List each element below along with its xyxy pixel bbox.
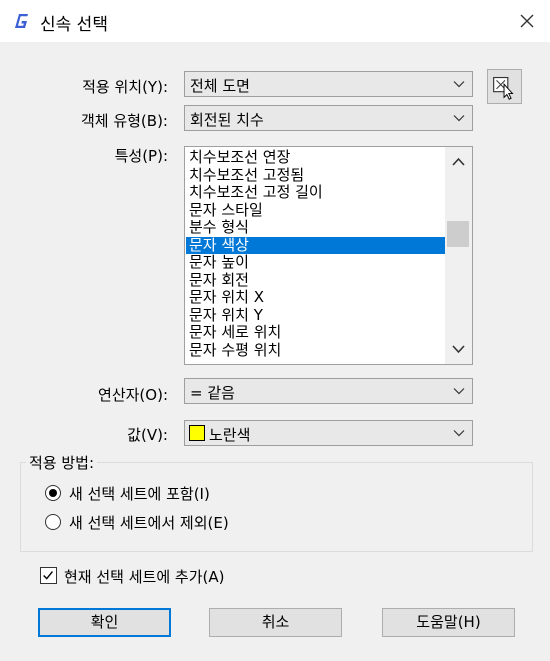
apply-method-label: 적용 방법: (26, 452, 98, 473)
chevron-down-icon (453, 430, 465, 437)
list-item[interactable]: 문자 스타일 (186, 202, 446, 220)
chevron-up-icon[interactable] (445, 147, 472, 177)
exclude-radio-label[interactable]: 새 선택 세트에서 제외(E) (69, 512, 229, 533)
exclude-radio[interactable] (45, 514, 61, 530)
list-item[interactable]: 치수보조선 고정 길이 (186, 184, 446, 202)
append-checkbox-label[interactable]: 현재 선택 세트에 추가(A) (64, 566, 224, 587)
list-item[interactable]: 문자 위치 X (186, 289, 446, 307)
value-value: 노란색 (209, 426, 251, 444)
chevron-down-icon (453, 115, 465, 122)
list-item[interactable]: 문자 위치 Y (186, 307, 446, 325)
apply-to-dropdown[interactable]: 전체 도면 (184, 71, 473, 97)
operator-dropdown[interactable]: = 같음 (184, 378, 473, 404)
window-title: 신속 선택 (40, 15, 108, 35)
title-bar: 신속 선택 (0, 0, 550, 42)
value-label: 값(V): (127, 426, 168, 444)
apply-to-value: 전체 도면 (190, 77, 250, 95)
include-radio-label[interactable]: 새 선택 세트에 포함(I) (69, 483, 210, 504)
properties-listbox[interactable]: 치수보조선 연장 치수보조선 고정됨 치수보조선 고정 길이 문자 스타일 분수 형식 문… (184, 146, 473, 365)
append-checkbox[interactable] (40, 567, 57, 584)
object-type-value: 회전된 치수 (190, 111, 264, 129)
close-icon[interactable] (512, 6, 542, 36)
chevron-down-icon[interactable] (445, 334, 472, 364)
chevron-down-icon (453, 81, 465, 88)
select-objects-icon (493, 76, 514, 100)
value-dropdown[interactable]: 노란색 (184, 420, 473, 446)
operator-value: = 같음 (190, 384, 235, 402)
properties-list: 치수보조선 연장 치수보조선 고정됨 치수보조선 고정 길이 문자 스타일 분수 형식 문… (186, 149, 446, 359)
cancel-button[interactable]: 취소 (209, 608, 342, 637)
list-item[interactable]: 문자 회전 (186, 272, 446, 290)
apply-to-label: 적용 위치(Y): (82, 78, 168, 96)
object-type-dropdown[interactable]: 회전된 치수 (184, 105, 473, 131)
list-item[interactable]: 치수보조선 고정됨 (186, 167, 446, 185)
list-item[interactable]: 문자 수평 위치 (186, 342, 446, 360)
properties-label: 특성(P): (114, 147, 168, 165)
list-item[interactable]: 문자 높이 (186, 254, 446, 272)
list-item[interactable]: 치수보조선 연장 (186, 149, 446, 167)
operator-label: 연산자(O): (98, 386, 168, 404)
list-item[interactable]: 분수 형식 (186, 219, 446, 237)
scrollbar-thumb[interactable] (447, 221, 469, 247)
checkmark-icon (43, 571, 54, 580)
ok-button[interactable]: 확인 (38, 608, 171, 637)
color-swatch (189, 425, 205, 441)
list-item[interactable]: 문자 색상 (186, 236, 446, 254)
properties-scrollbar[interactable] (445, 147, 472, 364)
object-type-label: 객체 유형(B): (80, 112, 168, 130)
apply-method-group (20, 462, 533, 552)
include-radio[interactable] (45, 485, 61, 501)
list-item[interactable]: 문자 세로 위치 (186, 324, 446, 342)
help-button[interactable]: 도움말(H) (382, 608, 515, 637)
chevron-down-icon (453, 388, 465, 395)
select-objects-button[interactable] (487, 69, 522, 104)
app-logo-icon (15, 14, 28, 28)
